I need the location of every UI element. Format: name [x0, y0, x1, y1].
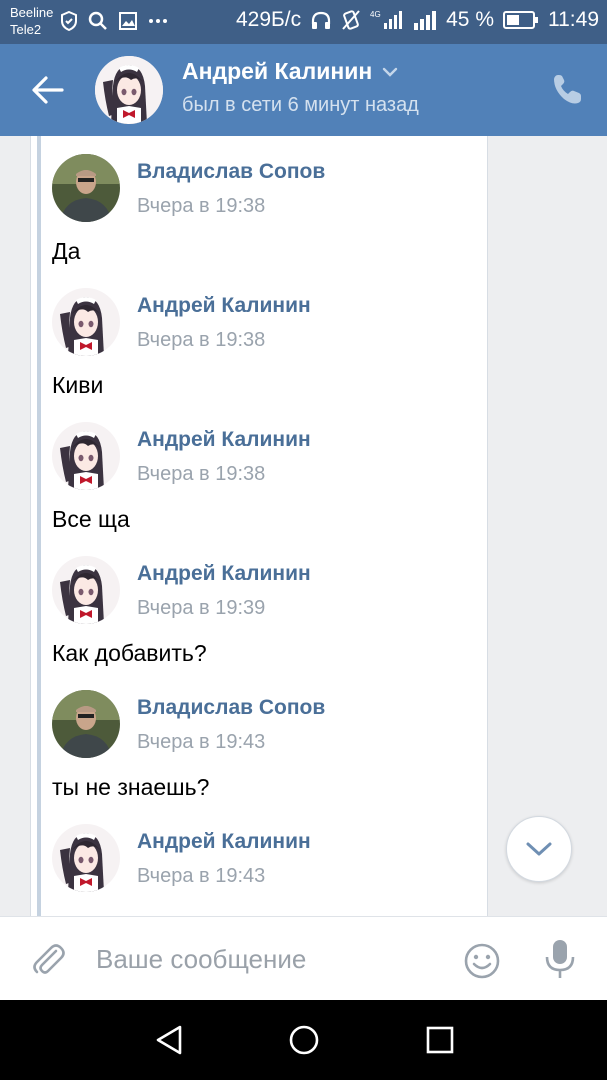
phone-icon [554, 75, 581, 104]
attach-button[interactable] [28, 939, 68, 979]
contact-name: Андрей Калинин [182, 58, 373, 84]
network-type-label: 4G [370, 10, 381, 19]
circle-home-icon [289, 1025, 319, 1055]
carrier-1: Beeline [10, 5, 54, 20]
voice-button[interactable] [540, 937, 580, 981]
message-author[interactable]: Владислав Сопов [137, 160, 325, 184]
chat-header: Андрей Калинин был в сети 6 минут назад [0, 44, 607, 136]
signal-bars-icon [413, 9, 437, 31]
message-author[interactable]: Владислав Сопов [137, 696, 325, 720]
clock: 11:49 [548, 8, 599, 31]
message-text: Киви [52, 372, 104, 398]
nav-home-button[interactable] [286, 1022, 322, 1058]
anime-avatar[interactable] [52, 422, 120, 490]
message-time: Вчера в 19:38 [137, 329, 266, 351]
chevron-down-icon [526, 842, 552, 856]
search-icon [88, 11, 108, 31]
forward-quote-line [37, 136, 41, 916]
message-time: Вчера в 19:38 [137, 195, 266, 217]
photo-avatar[interactable] [52, 154, 120, 222]
anime-avatar[interactable] [52, 556, 120, 624]
contact-name-row[interactable]: Андрей Калинин [182, 58, 398, 85]
gallery-icon [118, 11, 138, 31]
message-author[interactable]: Андрей Калинин [137, 294, 311, 318]
status-icons-right: 429Б/с 4G 45 % 11:49 [236, 8, 599, 32]
nav-recent-button[interactable] [422, 1022, 458, 1058]
contact-status: был в сети 6 минут назад [182, 94, 419, 116]
message-time: Вчера в 19:43 [137, 731, 266, 753]
triangle-back-icon [156, 1025, 182, 1055]
anime-avatar[interactable] [52, 824, 120, 892]
paperclip-icon [33, 944, 65, 974]
status-icons-left [60, 11, 168, 31]
status-bar: Beeline Tele2 429Б/с 4G 45 % 11:49 [0, 0, 607, 44]
carrier-2: Tele2 [10, 22, 42, 37]
message-time: Вчера в 19:38 [137, 463, 266, 485]
vibrate-icon [341, 9, 361, 31]
battery-percent: 45 % [446, 8, 494, 31]
scroll-down-button[interactable] [506, 816, 572, 882]
carrier-labels: Beeline Tele2 [10, 4, 53, 38]
photo-avatar[interactable] [52, 690, 120, 758]
arrow-left-icon [32, 76, 64, 104]
chevron-down-icon [383, 67, 398, 77]
emoji-button[interactable] [462, 941, 502, 981]
anime-avatar[interactable] [52, 288, 120, 356]
message-time: Вчера в 19:39 [137, 597, 266, 619]
shield-icon [60, 11, 78, 31]
message-time: Вчера в 19:43 [137, 865, 266, 887]
square-recent-icon [426, 1026, 454, 1054]
message-text: Как добавить? [52, 640, 207, 666]
message-text: ты не знаешь? [52, 774, 210, 800]
battery-icon [503, 10, 539, 30]
nav-back-button[interactable] [152, 1022, 188, 1058]
contact-avatar[interactable] [95, 56, 163, 124]
smile-icon [464, 943, 500, 979]
message-author[interactable]: Андрей Калинин [137, 830, 311, 854]
signal-4g-icon: 4G [370, 9, 404, 31]
compose-bar [0, 916, 607, 1000]
back-button[interactable] [30, 74, 66, 106]
headphones-icon [310, 10, 332, 30]
message-author[interactable]: Андрей Калинин [137, 428, 311, 452]
message-text: Да [52, 238, 81, 264]
message-list[interactable]: Владислав Сопов Вчера в 19:38 Да Андрей … [0, 136, 607, 916]
message-input[interactable] [96, 939, 436, 979]
microphone-icon [545, 940, 575, 978]
system-nav-bar [0, 1000, 607, 1080]
network-speed: 429Б/с [235, 8, 302, 31]
more-icon [148, 18, 168, 24]
message-author[interactable]: Андрей Калинин [137, 562, 311, 586]
call-button[interactable] [551, 72, 583, 106]
message-text: Все ща [52, 506, 130, 532]
